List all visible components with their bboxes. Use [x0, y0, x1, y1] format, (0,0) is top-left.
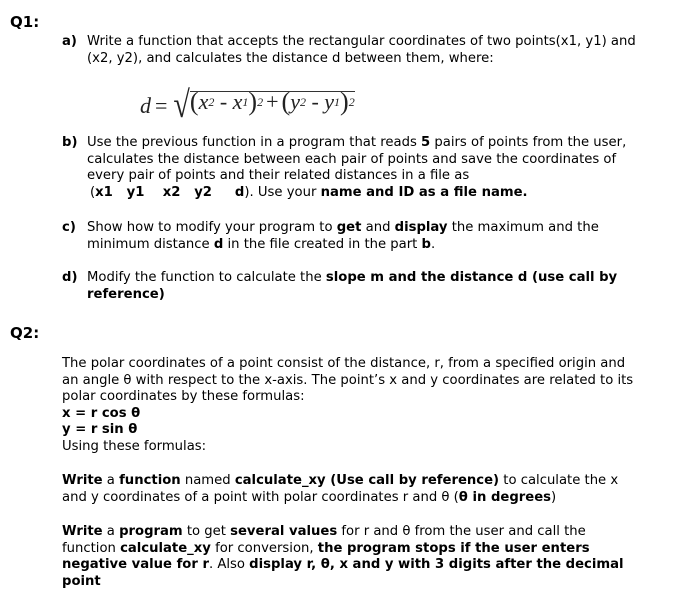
q2-task1-line1: Write a function named calculate_xy (Use…	[62, 473, 619, 488]
q2-formula-y: y = r sin θ	[62, 422, 138, 438]
formula-y1: y	[324, 89, 335, 115]
q1-title: Q1:	[10, 13, 40, 31]
formula-lhs: d	[140, 92, 151, 118]
q2-task2-line3: negative value for r. Also display r, θ,…	[62, 557, 624, 573]
part-d-line1: Modify the function to calculate the slo…	[87, 270, 618, 285]
sqrt-icon: √	[173, 84, 190, 126]
q2-task2-line2: function calculate_xy for conversion, th…	[62, 540, 590, 556]
part-b-line4: (x1 y1 x2 y2 d). Use your name and ID as…	[90, 184, 528, 200]
q1-part-a: a) Write a function that accepts the rec…	[62, 34, 682, 67]
q2-title: Q2:	[10, 324, 40, 342]
part-b-line2: calculates the distance between each pai…	[87, 151, 617, 167]
part-c-label: c)	[62, 220, 76, 235]
formula-x2: x	[198, 89, 209, 115]
part-a-line1: Write a function that accepts the rectan…	[87, 34, 636, 49]
part-a-label: a)	[62, 34, 77, 49]
q2-task2-line4: point	[62, 573, 101, 589]
formula-exp-2: 2	[348, 95, 355, 110]
q2-intro-line1: The polar coordinates of a point consist…	[62, 356, 626, 371]
q2-intro-line2: an angle θ with respect to the x-axis. T…	[62, 372, 634, 388]
distance-formula: d = √ ( x2 - x1 ) 2 + ( y2 - y1 ) 2	[140, 86, 355, 126]
q2-task-function: Write a function named calculate_xy (Use…	[62, 473, 682, 506]
q2-task2-line1: Write a program to get several values fo…	[62, 524, 586, 539]
q1-part-d: d) Modify the function to calculate the …	[62, 270, 682, 303]
q2-intro: The polar coordinates of a point consist…	[62, 356, 682, 456]
formula-exp-1: 2	[257, 95, 264, 110]
part-c-line1: Show how to modify your program to get a…	[87, 220, 599, 235]
q2-task-program: Write a program to get several values fo…	[62, 524, 682, 590]
part-d-label: d)	[62, 270, 78, 285]
q2-intro-line6: Using these formulas:	[62, 438, 207, 454]
q1-part-b: b) Use the previous function in a progra…	[62, 135, 682, 201]
part-d-line2: reference)	[87, 286, 165, 302]
formula-y2: y	[290, 89, 300, 115]
q2-formula-x: x = r cos θ	[62, 405, 141, 421]
part-a-line2: (x2, y2), and calculates the distance d …	[87, 50, 494, 66]
formula-equals: =	[155, 92, 168, 118]
formula-x1: x	[232, 89, 243, 115]
q1-part-c: c) Show how to modify your program to ge…	[62, 220, 682, 253]
q2-task1-line2: and y coordinates of a point with polar …	[62, 489, 557, 505]
part-c-line2: minimum distance d in the file created i…	[87, 236, 436, 252]
part-b-label: b)	[62, 135, 78, 150]
q2-intro-line3: polar coordinates by these formulas:	[62, 389, 305, 405]
formula-radicand: ( x2 - x1 ) 2 + ( y2 - y1 ) 2	[189, 87, 355, 117]
part-b-line1: Use the previous function in a program t…	[87, 135, 627, 150]
part-b-line3: every pair of points and their related d…	[87, 168, 470, 184]
